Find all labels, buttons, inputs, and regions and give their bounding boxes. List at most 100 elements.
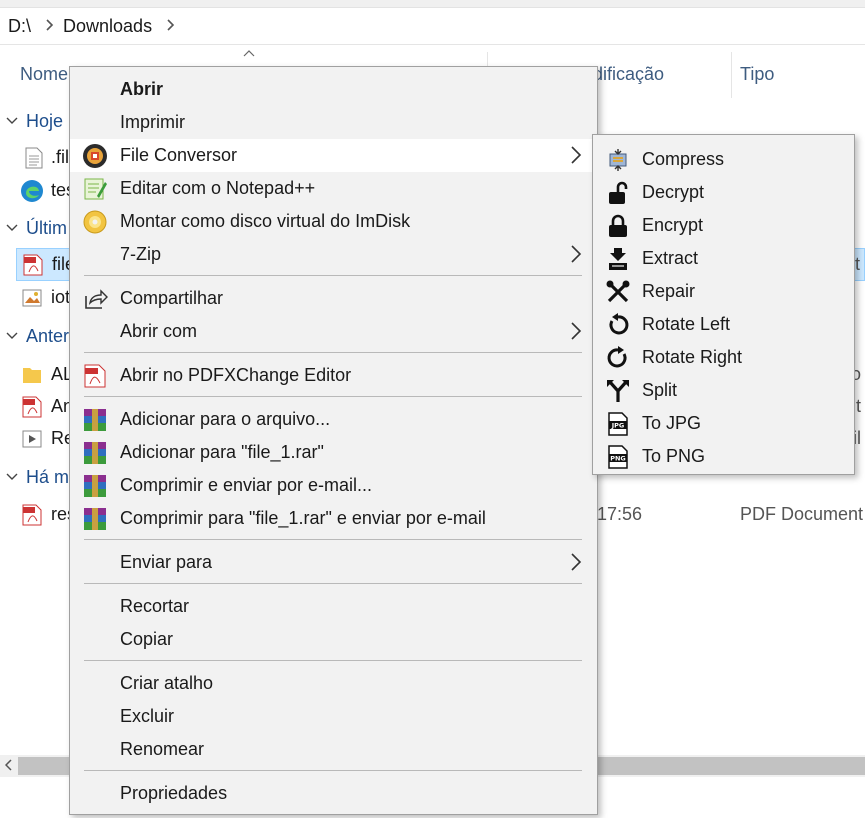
menu-item-label: 7-Zip (120, 244, 162, 264)
scroll-left-icon[interactable] (2, 756, 16, 776)
winrar-icon (84, 409, 106, 431)
context-menu: Abrir Imprimir File Conversor Editar com… (69, 66, 598, 815)
chevron-right-icon[interactable] (37, 18, 63, 35)
menu-item-notepadpp[interactable]: Editar com o Notepad++ (70, 172, 597, 205)
menu-separator (84, 275, 582, 276)
menu-item-label: Imprimir (120, 112, 185, 132)
menu-item-rename[interactable]: Renomear (70, 733, 597, 766)
menu-item-label: Renomear (120, 739, 205, 759)
group-long-ago[interactable]: Há m (0, 464, 69, 490)
menu-item-pdfxchange[interactable]: Abrir no PDFXChange Editor (70, 359, 597, 392)
disc-icon (83, 210, 107, 234)
chevron-right-icon (571, 553, 582, 571)
menu-item-label: Abrir com (120, 321, 198, 341)
menu-item-label: Compartilhar (120, 288, 224, 308)
chevron-down-icon[interactable] (0, 329, 24, 343)
file-modified: 17:56 (597, 504, 643, 524)
menu-item-copy[interactable]: Copiar (70, 623, 597, 656)
split-icon (607, 380, 629, 402)
menu-item-open[interactable]: Abrir (70, 73, 597, 106)
menu-item-label: Montar como disco virtual do ImDisk (120, 211, 411, 231)
submenu-item-extract[interactable]: Extract (593, 242, 854, 275)
file-name: iot (51, 287, 71, 307)
image-file-icon (22, 289, 42, 306)
chevron-right-icon[interactable] (158, 18, 184, 35)
menu-item-label: Adicionar para "file_1.rar" (120, 442, 324, 462)
menu-item-7zip[interactable]: 7-Zip (70, 238, 597, 271)
file-converter-submenu: Compress Decrypt Encrypt Extract Repair (592, 134, 855, 475)
submenu-item-label: To JPG (642, 413, 702, 433)
text-file-icon (25, 147, 43, 168)
lock-icon (609, 214, 627, 237)
group-today[interactable]: Hoje (0, 108, 63, 134)
menu-item-file-converter[interactable]: File Conversor (70, 139, 597, 172)
breadcrumb-drive[interactable]: D:\ (8, 16, 37, 37)
menu-separator (84, 352, 582, 353)
group-label: Hoje (26, 110, 64, 131)
menu-item-label: Excluir (120, 706, 175, 726)
menu-item-add-archive[interactable]: Adicionar para o arquivo... (70, 403, 597, 436)
menu-item-label: Editar com o Notepad++ (120, 178, 316, 198)
menu-item-imdisk[interactable]: Montar como disco virtual do ImDisk (70, 205, 597, 238)
submenu-item-split[interactable]: Split (593, 374, 854, 407)
menu-item-compress-email[interactable]: Comprimir e enviar por e-mail... (70, 469, 597, 502)
column-name[interactable]: Nome (20, 64, 68, 85)
menu-item-delete[interactable]: Excluir (70, 700, 597, 733)
group-earlier[interactable]: Anter (0, 323, 69, 349)
winrar-icon (84, 442, 106, 464)
menu-item-label: Enviar para (120, 552, 213, 572)
submenu-item-compress[interactable]: Compress (593, 143, 854, 176)
menu-item-label: Abrir no PDFXChange Editor (120, 365, 352, 385)
menu-item-send-to[interactable]: Enviar para (70, 546, 597, 579)
address-bar[interactable]: D:\ Downloads (0, 9, 865, 45)
column-type[interactable]: Tipo (740, 64, 774, 85)
menu-separator (84, 770, 582, 771)
breadcrumb-folder[interactable]: Downloads (63, 16, 158, 37)
menu-item-label: Comprimir e enviar por e-mail... (120, 475, 373, 495)
notepadpp-icon (84, 178, 107, 200)
file-type: PDF Document (740, 504, 864, 524)
column-modified[interactable]: dificação (593, 64, 664, 85)
compress-icon (609, 149, 627, 171)
file-type-peek: t (855, 396, 861, 416)
submenu-item-to-jpg[interactable]: JPG To JPG (593, 407, 854, 440)
menu-item-print[interactable]: Imprimir (70, 106, 597, 139)
chevron-down-icon[interactable] (0, 221, 24, 235)
submenu-item-label: Decrypt (642, 182, 705, 202)
menu-item-cut[interactable]: Recortar (70, 590, 597, 623)
menu-item-open-with[interactable]: Abrir com (70, 315, 597, 348)
menu-item-properties[interactable]: Propriedades (70, 777, 597, 810)
file-name: .fil (51, 147, 69, 167)
submenu-item-label: Repair (642, 281, 696, 301)
chevron-down-icon[interactable] (0, 470, 24, 484)
submenu-item-label: To PNG (642, 446, 706, 466)
menu-item-label: Propriedades (120, 783, 228, 803)
submenu-item-label: Compress (642, 149, 725, 169)
submenu-item-rotate-right[interactable]: Rotate Right (593, 341, 854, 374)
jpg-file-icon: JPG (608, 412, 628, 436)
menu-item-add-rar[interactable]: Adicionar para "file_1.rar" (70, 436, 597, 469)
menu-item-create-shortcut[interactable]: Criar atalho (70, 667, 597, 700)
menu-item-label: File Conversor (120, 145, 238, 165)
submenu-item-to-png[interactable]: PNG To PNG (593, 440, 854, 473)
file-type-peek: t (854, 254, 860, 274)
submenu-item-label: Extract (642, 248, 699, 268)
column-divider[interactable] (731, 52, 732, 98)
group-last[interactable]: Últim (0, 215, 67, 241)
unlock-icon (609, 181, 628, 204)
submenu-item-repair[interactable]: Repair (593, 275, 854, 308)
menu-item-share[interactable]: Compartilhar (70, 282, 597, 315)
winrar-icon (84, 475, 106, 497)
submenu-item-decrypt[interactable]: Decrypt (593, 176, 854, 209)
menu-item-compress-rar-email[interactable]: Comprimir para "file_1.rar" e enviar por… (70, 502, 597, 535)
submenu-item-label: Rotate Right (642, 347, 743, 367)
submenu-item-rotate-left[interactable]: Rotate Left (593, 308, 854, 341)
menu-separator (84, 396, 582, 397)
chevron-down-icon[interactable] (0, 114, 24, 128)
menu-item-label: Copiar (120, 629, 174, 649)
submenu-item-encrypt[interactable]: Encrypt (593, 209, 854, 242)
menu-item-label: Abrir (120, 79, 164, 99)
pdf-icon (84, 364, 106, 388)
menu-item-label: Recortar (120, 596, 190, 616)
chevron-right-icon (571, 245, 582, 263)
